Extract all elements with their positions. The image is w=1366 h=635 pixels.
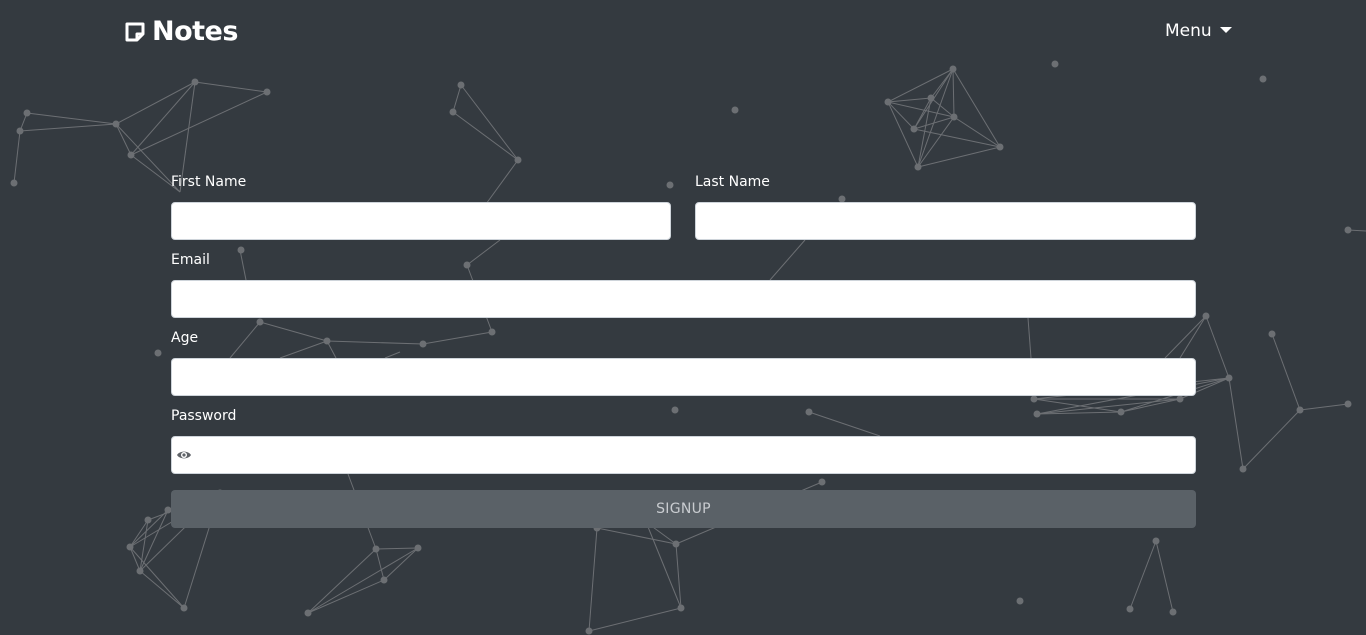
note-icon: [125, 22, 145, 42]
caret-down-icon: [1219, 26, 1232, 33]
signup-button[interactable]: SIGNUP: [171, 490, 1196, 528]
page: Notes Menu First Name Last Name Email Ag…: [0, 0, 1366, 635]
age-label: Age: [171, 330, 199, 346]
brand-link[interactable]: Notes: [124, 16, 238, 48]
menu-label: Menu: [1165, 21, 1212, 41]
last-name-label: Last Name: [695, 174, 770, 190]
password-input[interactable]: [200, 437, 1183, 473]
first-name-label: First Name: [171, 174, 247, 190]
menu-dropdown-toggle[interactable]: Menu: [1165, 20, 1232, 42]
brand-name: Notes: [152, 16, 238, 47]
email-input[interactable]: [171, 280, 1196, 318]
password-field: [171, 436, 1196, 474]
navbar: Notes Menu: [0, 0, 1366, 64]
age-input[interactable]: [171, 358, 1196, 396]
eye-icon[interactable]: [176, 448, 192, 462]
email-label: Email: [171, 252, 210, 268]
first-name-input[interactable]: [171, 202, 671, 240]
last-name-input[interactable]: [695, 202, 1196, 240]
password-label: Password: [171, 408, 237, 424]
